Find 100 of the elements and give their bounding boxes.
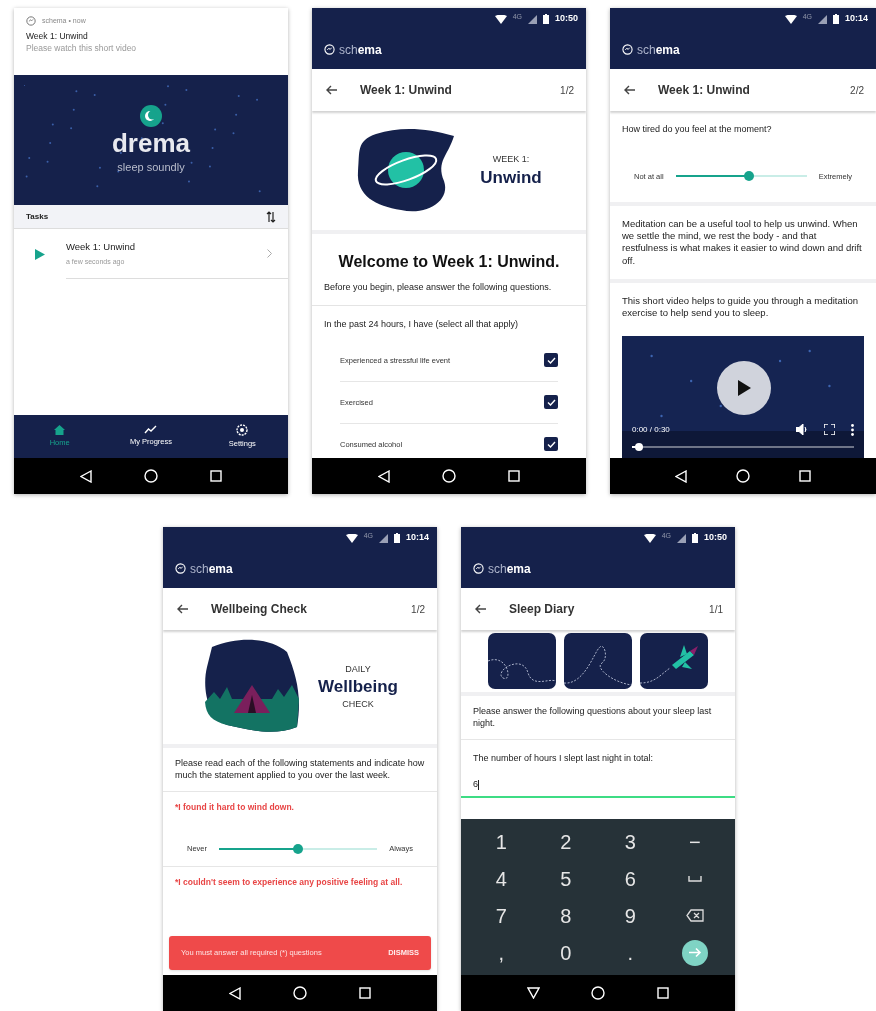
slider[interactable]: [675, 171, 807, 182]
page-title: Wellbeing Check: [211, 601, 307, 618]
fullscreen-icon[interactable]: [824, 424, 835, 436]
video-progress[interactable]: [632, 442, 854, 451]
keyboard-key[interactable]: 9: [598, 897, 663, 934]
page-title: Sleep Diary: [509, 601, 575, 618]
app-logo: schema: [339, 41, 382, 59]
home-icon: [54, 424, 66, 435]
meditation-text: Meditation can be a useful tool to help us unwind. When we settle the mind, we rest the body - and that restfulness is what makes it easier to wind down and drift off.: [610, 205, 876, 284]
intro-text: Please answer the following questions about your sleep last night.: [461, 696, 735, 741]
video-time: 0:00 / 0:30: [632, 423, 670, 436]
slider[interactable]: [219, 843, 378, 854]
page-title: Week 1: Unwind: [360, 82, 452, 99]
back-icon[interactable]: [378, 469, 390, 483]
battery-icon: [832, 14, 839, 24]
space-icon: [687, 875, 702, 882]
banner-eyebrow: DAILY: [345, 662, 371, 676]
status-time: 10:50: [554, 12, 578, 26]
keyboard-key[interactable]: 3: [598, 823, 663, 860]
back-icon[interactable]: [674, 469, 687, 483]
keyboard-key[interactable]: 2: [533, 823, 598, 860]
checkbox[interactable]: [544, 353, 558, 368]
keyboard-key[interactable]: 1: [469, 823, 534, 860]
logo-icon: [622, 44, 633, 55]
back-icon[interactable]: [80, 469, 92, 483]
hours-input[interactable]: 6: [461, 777, 735, 799]
intro-text: Please read each of the following statements and indicate how much the statement applied to you over the last week.: [163, 748, 437, 793]
home-circle-icon[interactable]: [591, 986, 606, 1000]
notification-title: Week 1: Unwind: [26, 29, 89, 43]
sort-icon[interactable]: [266, 210, 276, 223]
slider-thumb[interactable]: [744, 171, 754, 182]
chevron-right-icon: [267, 249, 272, 258]
question-text: How tired do you feel at the moment?: [621, 123, 773, 136]
video-player[interactable]: 0:00 / 0:30: [622, 335, 864, 458]
required-question: *I found it hard to wind down.: [174, 801, 295, 813]
logo-icon: [175, 563, 186, 574]
checkbox[interactable]: [544, 395, 558, 410]
signal-icon: [817, 14, 827, 24]
dotted-path-drawing: [564, 633, 632, 689]
back-icon[interactable]: [229, 986, 241, 1000]
intro-text: Before you begin, please answer the following questions.: [324, 282, 553, 294]
enter-key[interactable]: [681, 939, 708, 966]
logo-icon: [26, 16, 36, 27]
back-arrow-icon: [475, 604, 487, 614]
keyboard-key[interactable]: −: [662, 823, 727, 860]
banner-suffix: CHECK: [342, 697, 374, 711]
page-counter: 1/2: [560, 83, 574, 98]
status-time: 10:14: [405, 531, 429, 545]
keyboard-key[interactable]: .: [598, 934, 663, 971]
keyboard-key[interactable]: 7: [469, 897, 534, 934]
home-circle-icon[interactable]: [736, 469, 750, 483]
recents-square-icon[interactable]: [210, 470, 222, 482]
notification-body: Please watch this short video: [26, 42, 138, 55]
progress-thumb[interactable]: [634, 442, 643, 451]
volume-icon[interactable]: [796, 424, 808, 436]
checkbox[interactable]: [544, 437, 558, 452]
wifi-icon: [643, 533, 656, 543]
wifi-icon: [494, 14, 507, 24]
back-arrow-icon: [177, 604, 189, 614]
keyboard-key[interactable]: 4: [469, 860, 534, 897]
home-circle-icon[interactable]: [442, 469, 456, 483]
battery-icon: [542, 14, 549, 24]
required-question: *I couldn't seem to experience any positive feeling at all.: [174, 876, 404, 888]
slider-thumb[interactable]: [293, 843, 304, 854]
keyboard-key[interactable]: ,: [469, 934, 534, 971]
home-circle-icon[interactable]: [144, 469, 158, 483]
check-icon: [546, 440, 556, 448]
home-circle-icon[interactable]: [293, 986, 307, 1000]
recents-square-icon[interactable]: [359, 987, 371, 999]
app-logo: schema: [190, 560, 233, 578]
hero-tagline: sleep soundly: [117, 160, 185, 175]
recents-square-icon[interactable]: [508, 470, 520, 482]
dotted-path-drawing: [488, 633, 556, 689]
hero-title: drema: [111, 126, 190, 159]
back-arrow-icon: [624, 85, 636, 95]
banner-title: Wellbeing: [318, 676, 398, 698]
check-icon: [546, 356, 556, 364]
hide-keyboard-icon[interactable]: [526, 987, 540, 999]
battery-icon: [691, 533, 698, 543]
question-text: In the past 24 hours, I have (select all that apply): [323, 318, 520, 332]
enter-arrow-icon: [687, 947, 702, 958]
check-icon: [546, 398, 556, 406]
battery-icon: [393, 533, 400, 543]
recents-square-icon[interactable]: [657, 987, 670, 999]
wifi-icon: [345, 533, 358, 543]
moon-icon: [140, 104, 162, 127]
page-title: Week 1: Unwind: [658, 82, 750, 99]
rocket-drawing: [640, 633, 708, 689]
back-arrow-icon: [326, 85, 338, 95]
tasks-heading: Tasks: [26, 210, 49, 223]
keyboard-key[interactable]: 5: [533, 860, 598, 897]
settings-icon: [236, 423, 249, 436]
signal-icon: [378, 533, 388, 543]
keyboard-key[interactable]: 8: [533, 897, 598, 934]
page-counter: 2/2: [850, 83, 864, 98]
recents-square-icon[interactable]: [799, 470, 812, 482]
keyboard-key[interactable]: 6: [598, 860, 663, 897]
more-options-icon[interactable]: [851, 423, 854, 436]
logo-icon: [324, 44, 335, 55]
keyboard-key[interactable]: 0: [533, 934, 598, 971]
